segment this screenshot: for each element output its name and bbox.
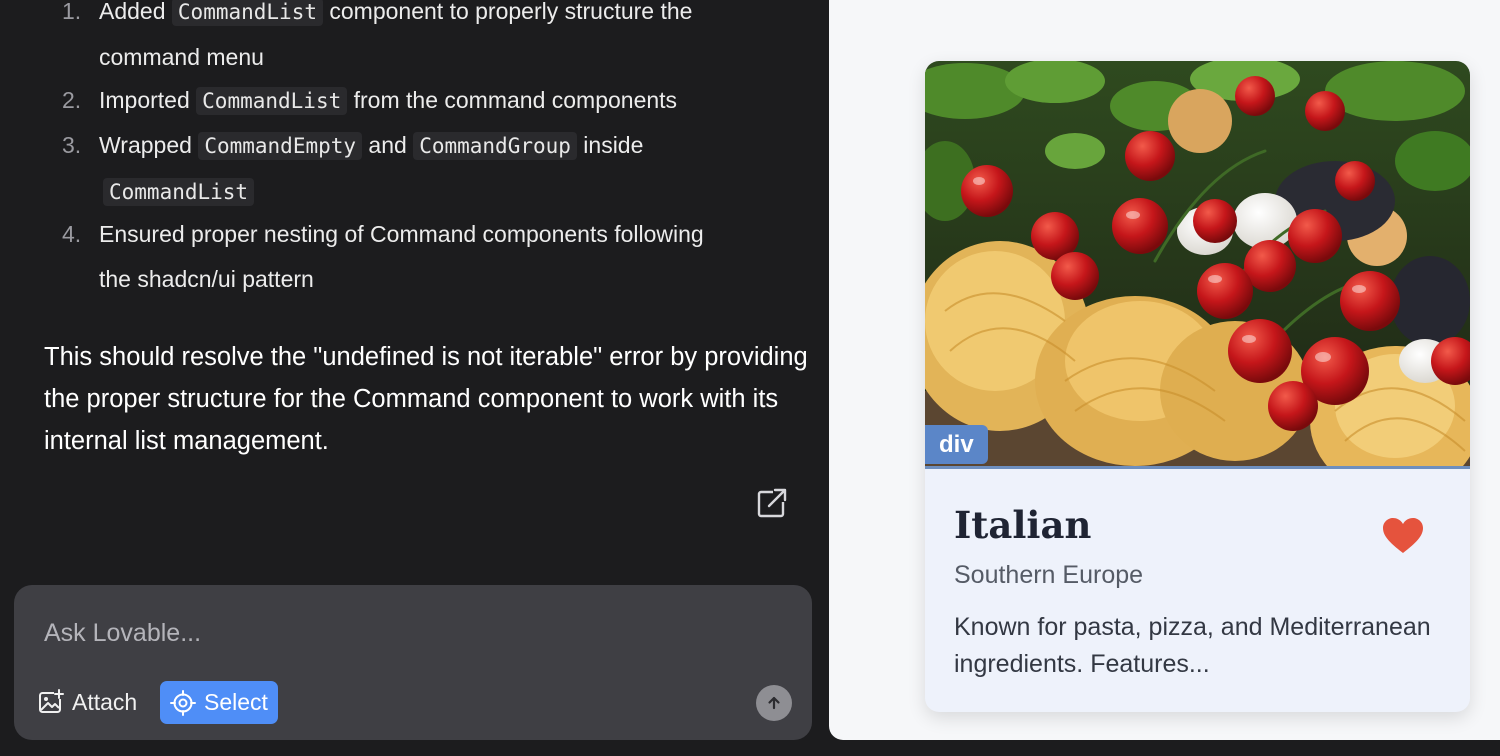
step-text: and	[362, 132, 414, 158]
inline-code: CommandGroup	[413, 132, 577, 160]
list-number: 4.	[62, 221, 82, 247]
list-number: 3.	[62, 132, 82, 158]
attach-label: Attach	[72, 688, 138, 715]
external-link-icon[interactable]	[756, 487, 788, 519]
list-number: 2.	[62, 87, 82, 113]
card-title: Italian	[954, 503, 1092, 547]
send-button[interactable]	[756, 685, 792, 721]
element-tag-badge: div	[925, 425, 988, 464]
cuisine-photo	[925, 61, 1470, 466]
chat-input[interactable]	[44, 613, 744, 653]
step-text: inside	[576, 132, 644, 158]
step-text: Added	[99, 0, 172, 24]
heart-icon[interactable]	[1382, 517, 1424, 555]
select-label: Select	[204, 689, 268, 715]
arrow-up-icon	[768, 696, 780, 710]
step-text: from the command components	[347, 87, 678, 113]
preview-panel: div Italian Southern Europe Known for pa…	[829, 0, 1500, 740]
card-region: Southern Europe	[954, 561, 1144, 589]
crosshair-icon	[170, 689, 196, 716]
image-plus-icon	[39, 689, 64, 713]
inline-code: CommandEmpty	[198, 132, 363, 160]
step-text: Ensured proper nesting of Command compon…	[99, 221, 704, 247]
step-text: Wrapped	[99, 132, 199, 158]
card-description: Known for pasta, pizza, and Mediterranea…	[954, 613, 1431, 678]
assistant-summary: This should resolve the "undefined is no…	[44, 343, 808, 455]
attach-button[interactable]: Attach	[38, 683, 137, 721]
step-text: command menu	[99, 44, 264, 70]
chat-panel: 1. Added CommandList component to proper…	[0, 0, 829, 756]
inline-code: CommandList	[196, 87, 348, 115]
cuisine-card[interactable]: div Italian Southern Europe Known for pa…	[925, 61, 1470, 712]
inline-code: CommandList	[103, 178, 255, 206]
list-number: 1.	[62, 0, 82, 24]
step-text: Imported	[99, 87, 197, 113]
select-button[interactable]: Select	[160, 681, 278, 724]
inline-code: CommandList	[171, 0, 323, 26]
step-text: the shadcn/ui pattern	[99, 266, 314, 292]
step-text: component to properly structure the	[322, 0, 693, 24]
window-bottom-edge	[0, 740, 1500, 756]
chat-composer: Attach Select	[14, 585, 812, 740]
selection-outline	[925, 466, 1470, 469]
